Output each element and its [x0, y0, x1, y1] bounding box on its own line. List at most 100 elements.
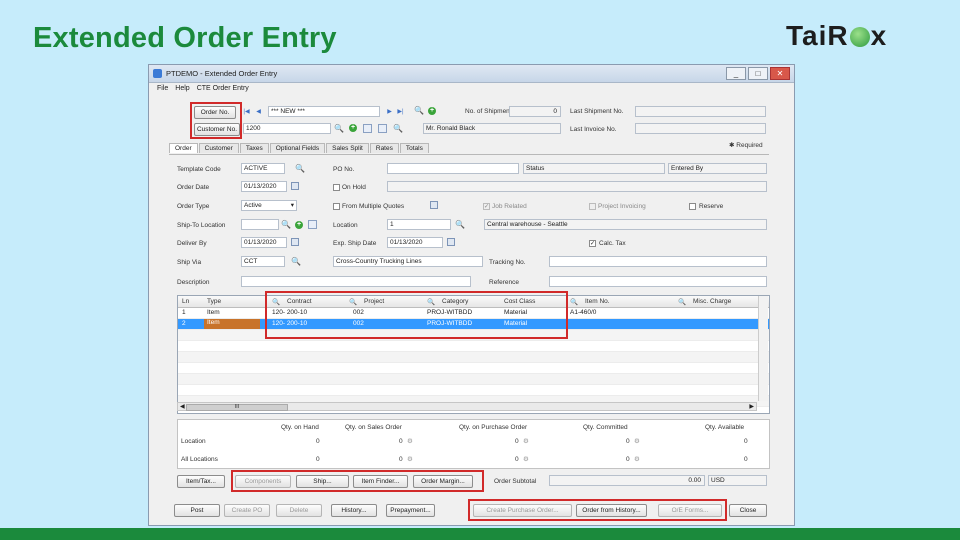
- tab-rates[interactable]: Rates: [369, 143, 399, 153]
- col-type[interactable]: Type: [207, 298, 221, 305]
- deliver-by-calendar-icon[interactable]: [291, 238, 299, 246]
- close-window-button[interactable]: ✕: [770, 67, 790, 80]
- new-customer-icon[interactable]: +: [349, 124, 357, 132]
- location-finder-icon[interactable]: 🔍: [455, 220, 465, 229]
- order-date-calendar-icon[interactable]: [291, 182, 299, 190]
- col-contract[interactable]: Contract: [287, 298, 312, 305]
- reserve-checkbox[interactable]: [689, 203, 696, 210]
- on-hold-checkbox[interactable]: [333, 184, 340, 191]
- prepayment-button[interactable]: Prepayment...: [386, 504, 435, 517]
- ship-via-finder-icon[interactable]: 🔍: [291, 257, 301, 266]
- table-row[interactable]: 1 Item 120- 200-10 002 PROJ-WITBDD Mater…: [178, 308, 769, 319]
- delete-button[interactable]: Delete: [276, 504, 322, 517]
- ship-to-address-icon[interactable]: [308, 220, 317, 229]
- tab-customer[interactable]: Customer: [198, 143, 239, 153]
- calc-tax-checkbox[interactable]: ✓: [589, 240, 596, 247]
- avail-value: 0: [316, 438, 320, 445]
- po-no-field[interactable]: [387, 163, 519, 174]
- ship-via-description-field[interactable]: Cross-Country Trucking Lines: [333, 256, 483, 267]
- deliver-by-field[interactable]: 01/13/2020: [241, 237, 287, 248]
- post-button[interactable]: Post: [174, 504, 220, 517]
- item-finder-button[interactable]: Item Finder...: [353, 475, 408, 488]
- order-date-field[interactable]: 01/13/2020: [241, 181, 287, 192]
- minimize-button[interactable]: _: [726, 67, 746, 80]
- tab-optional-fields[interactable]: Optional Fields: [269, 143, 326, 153]
- ship-button[interactable]: Ship...: [296, 475, 349, 488]
- col-misc-charge[interactable]: Misc. Charge: [693, 298, 731, 305]
- grid-vertical-scrollbar[interactable]: [758, 296, 768, 401]
- maximize-button[interactable]: □: [748, 67, 768, 80]
- ship-via-field[interactable]: CCT: [241, 256, 285, 267]
- create-po-button[interactable]: Create PO: [224, 504, 270, 517]
- quotes-icon[interactable]: [430, 201, 438, 209]
- next-record-icon[interactable]: ▶: [385, 108, 394, 117]
- scroll-right-icon[interactable]: ▶: [749, 403, 754, 410]
- template-finder-icon[interactable]: 🔍: [295, 164, 305, 173]
- order-from-history-button[interactable]: Order from History...: [576, 504, 647, 517]
- slide-title: Extended Order Entry: [33, 22, 337, 54]
- components-button[interactable]: Components: [235, 475, 291, 488]
- col-project[interactable]: Project: [364, 298, 384, 305]
- ship-to-finder-icon[interactable]: 🔍: [281, 220, 291, 229]
- from-multiple-quotes-checkbox[interactable]: [333, 203, 340, 210]
- gear-icon[interactable]: ⚙: [523, 455, 529, 463]
- customer-no-field[interactable]: 1200: [243, 123, 331, 134]
- history-button[interactable]: History...: [331, 504, 377, 517]
- menu-cte-order-entry[interactable]: CTE Order Entry: [197, 85, 249, 92]
- gear-icon[interactable]: ⚙: [407, 455, 413, 463]
- col-category[interactable]: Category: [442, 298, 468, 305]
- create-purchase-order-button[interactable]: Create Purchase Order...: [473, 504, 572, 517]
- last-record-icon[interactable]: ▶|: [396, 108, 405, 117]
- scroll-thumb[interactable]: III: [186, 404, 288, 411]
- qty-on-hand-header: Qty. on Hand: [281, 424, 319, 431]
- customer-zoom-icon[interactable]: 🔍: [393, 124, 403, 133]
- order-no-field[interactable]: *** NEW ***: [268, 106, 380, 117]
- first-record-icon[interactable]: |◀: [242, 108, 251, 117]
- col-cost-class[interactable]: Cost Class: [504, 298, 535, 305]
- grid-header: Ln Type 🔍 Contract 🔍 Project 🔍 Category …: [178, 296, 769, 308]
- menu-help[interactable]: Help: [175, 85, 189, 92]
- menu-file[interactable]: File: [157, 85, 168, 92]
- item-tax-button[interactable]: Item/Tax...: [177, 475, 225, 488]
- scroll-left-icon[interactable]: ◀: [180, 403, 185, 410]
- reference-field[interactable]: [549, 276, 767, 287]
- tab-order[interactable]: Order: [169, 143, 198, 153]
- description-field[interactable]: [241, 276, 471, 287]
- tracking-no-field[interactable]: [549, 256, 767, 267]
- cell-type[interactable]: Item: [204, 319, 260, 329]
- new-ship-to-icon[interactable]: +: [295, 221, 303, 229]
- exp-ship-date-field[interactable]: 01/13/2020: [387, 237, 443, 248]
- qty-committed-header: Qty. Committed: [583, 424, 628, 431]
- tab-taxes[interactable]: Taxes: [239, 143, 269, 153]
- customer-finder-icon[interactable]: 🔍: [334, 124, 344, 133]
- order-margin-button[interactable]: Order Margin...: [413, 475, 473, 488]
- new-order-icon[interactable]: +: [428, 107, 436, 115]
- gear-icon[interactable]: ⚙: [407, 437, 413, 445]
- order-finder-icon[interactable]: 🔍: [414, 106, 424, 115]
- col-item-no[interactable]: Item No.: [585, 298, 610, 305]
- customer-info-icon[interactable]: [378, 124, 387, 133]
- order-no-button[interactable]: Order No.: [194, 106, 236, 119]
- close-button[interactable]: Close: [729, 504, 767, 517]
- description-label: Description: [177, 279, 210, 286]
- cell-contract: 120- 200-10: [272, 309, 308, 316]
- customer-details-icon[interactable]: [363, 124, 372, 133]
- location-field[interactable]: 1: [387, 219, 451, 230]
- customer-no-button[interactable]: Customer No.: [194, 123, 240, 136]
- tab-sales-split[interactable]: Sales Split: [326, 143, 369, 153]
- gear-icon[interactable]: ⚙: [523, 437, 529, 445]
- table-row-selected[interactable]: 2 Item 120- 200-10 002 PROJ-WITBDD Mater…: [178, 319, 769, 330]
- oe-forms-button[interactable]: O/E Forms...: [658, 504, 722, 517]
- grid-horizontal-scrollbar[interactable]: ◀ III ▶: [177, 402, 757, 411]
- exp-ship-date-calendar-icon[interactable]: [447, 238, 455, 246]
- gear-icon[interactable]: ⚙: [634, 455, 640, 463]
- col-ln[interactable]: Ln: [182, 298, 189, 305]
- previous-record-icon[interactable]: ◀: [254, 108, 263, 117]
- ship-to-location-field[interactable]: [241, 219, 279, 230]
- tab-totals[interactable]: Totals: [399, 143, 429, 153]
- template-code-field[interactable]: ACTIVE: [241, 163, 285, 174]
- gear-icon[interactable]: ⚙: [634, 437, 640, 445]
- qty-on-purchase-order-header: Qty. on Purchase Order: [459, 424, 528, 431]
- avail-value: 0: [316, 456, 320, 463]
- order-type-select[interactable]: Active ▾: [241, 200, 297, 211]
